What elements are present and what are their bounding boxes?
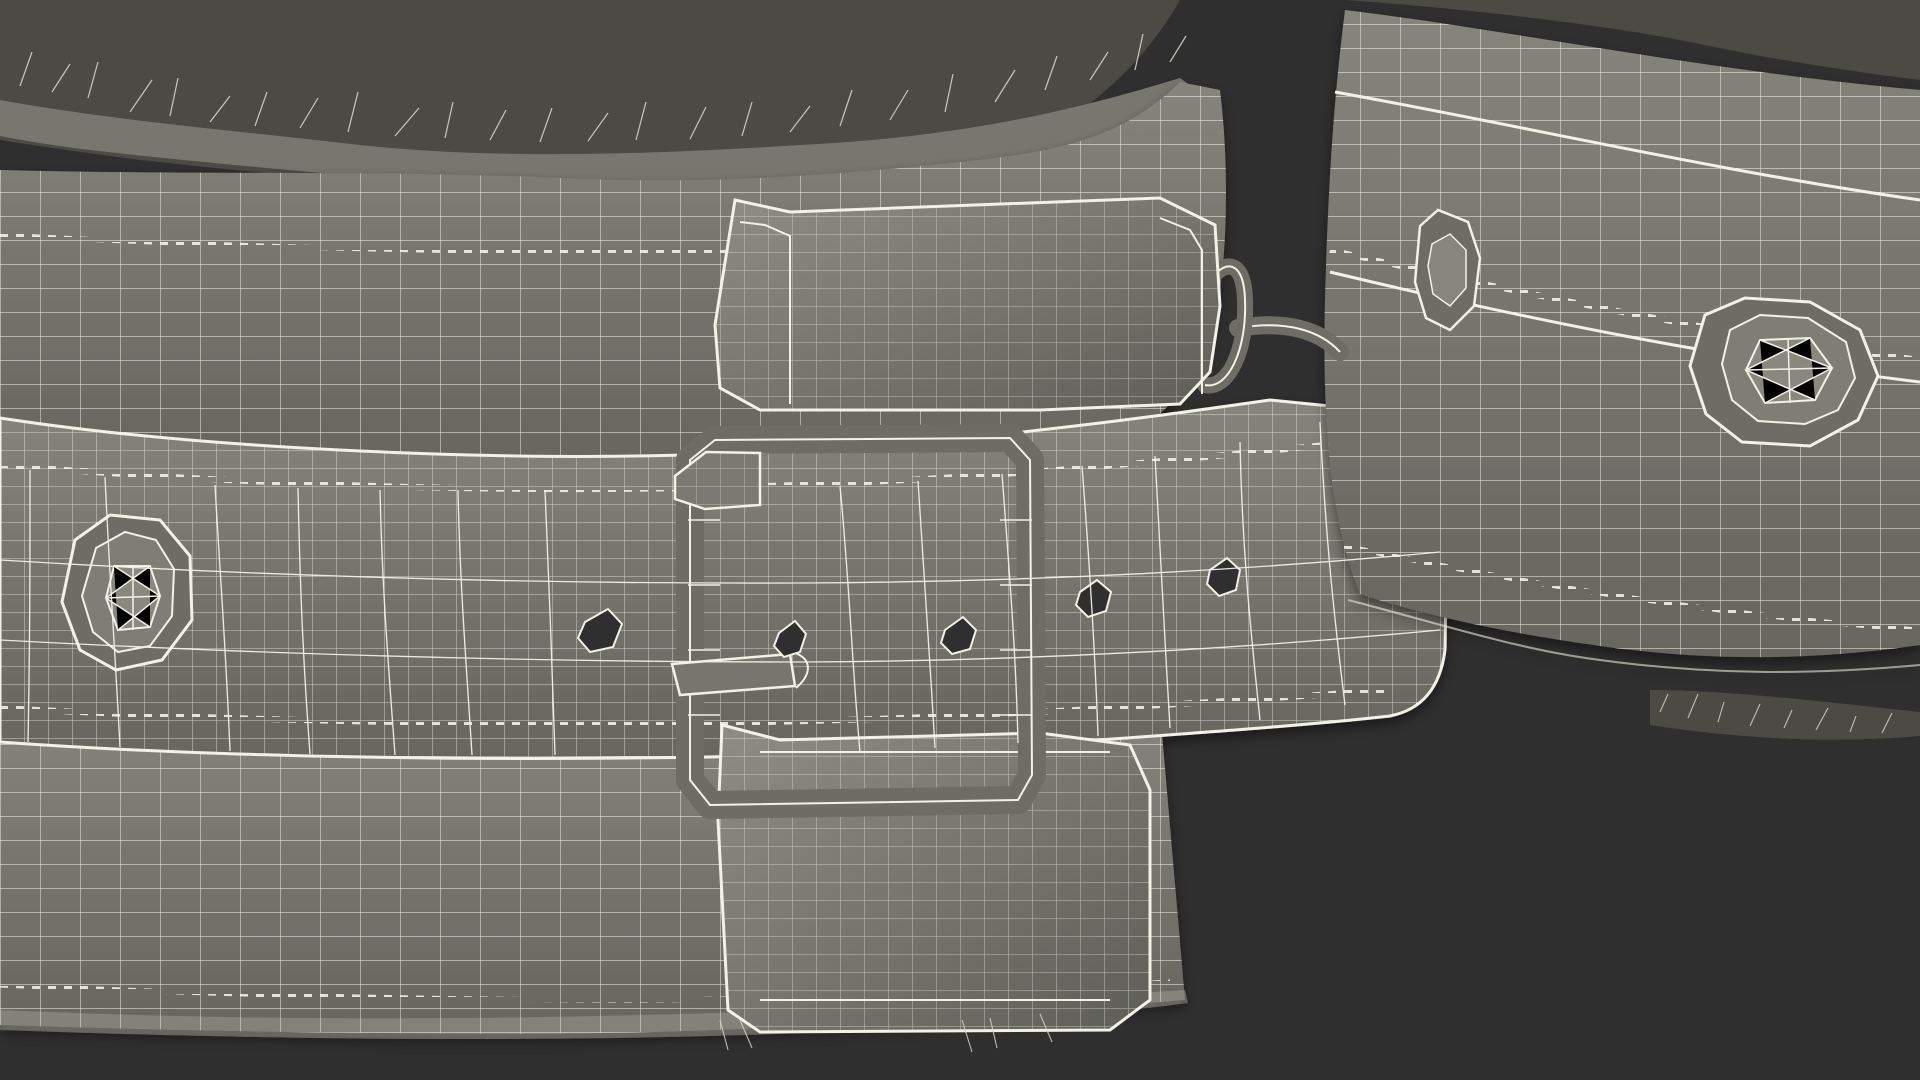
wireframe-render <box>0 0 1920 1080</box>
render-viewport <box>0 0 1920 1080</box>
